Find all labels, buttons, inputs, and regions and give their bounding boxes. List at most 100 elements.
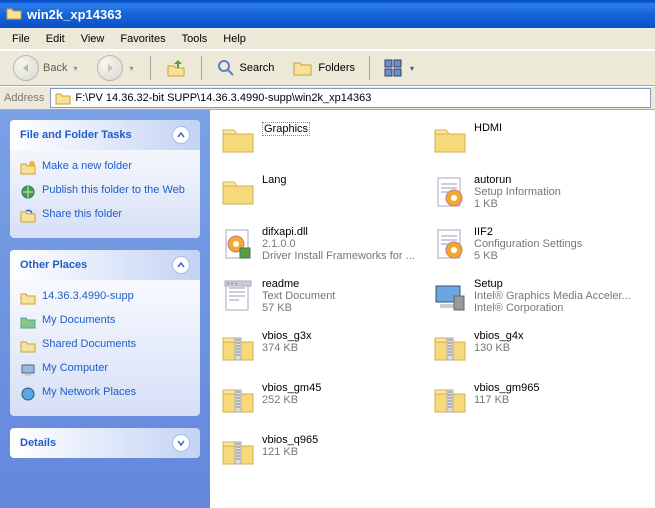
folder-icon [20,290,36,306]
task-label: Publish this folder to the Web [42,184,185,196]
file-item[interactable]: HDMI [430,118,642,162]
folder-icon [220,122,256,158]
file-meta: 2.1.0.0 [262,238,428,250]
file-name: autorun [474,174,640,186]
search-label: Search [240,62,275,74]
task-share[interactable]: Share this folder [20,204,190,228]
panel-head[interactable]: Details [10,428,200,458]
file-item[interactable]: difxapi.dll2.1.0.0Driver Install Framewo… [218,222,430,266]
file-meta: 5 KB [474,250,640,262]
panel-title: File and Folder Tasks [20,129,132,141]
file-meta: Text Document [262,290,428,302]
views-button[interactable]: ▾ [377,55,423,81]
zip-icon [220,434,256,470]
address-input[interactable]: F:\PV 14.36.32-bit SUPP\14.36.3.4990-sup… [50,88,651,108]
task-new-folder[interactable]: Make a new folder [20,156,190,180]
file-item[interactable]: SetupIntel® Graphics Media Acceler...Int… [430,274,642,318]
back-label: Back [43,62,67,74]
address-text: F:\PV 14.36.32-bit SUPP\14.36.3.4990-sup… [75,92,371,104]
file-name: Graphics [262,122,310,136]
menu-tools[interactable]: Tools [174,31,216,47]
panel-head[interactable]: Other Places [10,250,200,280]
sidebar: File and Folder Tasks Make a new folder … [0,110,210,508]
panel-other-places: Other Places 14.36.3.4990-supp My Docume… [10,250,200,416]
panel-file-tasks: File and Folder Tasks Make a new folder … [10,120,200,238]
menu-favorites[interactable]: Favorites [112,31,173,47]
back-icon [13,55,39,81]
place-my-documents[interactable]: My Documents [20,310,190,334]
file-name: vbios_q965 [262,434,428,446]
task-label: Make a new folder [42,160,132,172]
folders-label: Folders [318,62,355,74]
file-meta: Driver Install Frameworks for ... [262,250,428,262]
file-item[interactable]: vbios_g4x130 KB [430,326,642,370]
addressbar: Address F:\PV 14.36.32-bit SUPP\14.36.3.… [0,86,655,110]
separator [150,56,151,80]
file-meta: 117 KB [474,394,640,406]
share-icon [20,208,36,224]
file-meta: Setup Information [474,186,640,198]
search-button[interactable]: Search [209,54,282,82]
file-meta: 252 KB [262,394,428,406]
task-publish[interactable]: Publish this folder to the Web [20,180,190,204]
menu-file[interactable]: File [4,31,38,47]
file-item[interactable]: autorunSetup Information1 KB [430,170,642,214]
forward-button[interactable]: ▾ [90,51,142,85]
file-meta: 374 KB [262,342,428,354]
place-parent-folder[interactable]: 14.36.3.4990-supp [20,286,190,310]
separator [201,56,202,80]
documents-icon [20,314,36,330]
address-label: Address [4,92,44,104]
forward-icon [97,55,123,81]
menu-edit[interactable]: Edit [38,31,73,47]
file-list[interactable]: GraphicsHDMILangautorunSetup Information… [210,110,655,508]
file-item[interactable]: readmeText Document57 KB [218,274,430,318]
task-label: My Computer [42,362,108,374]
file-name: vbios_g4x [474,330,640,342]
file-meta: 130 KB [474,342,640,354]
globe-icon [20,184,36,200]
zip-icon [220,330,256,366]
file-item[interactable]: Lang [218,170,430,214]
file-name: Lang [262,174,428,186]
file-name: vbios_gm45 [262,382,428,394]
task-label: 14.36.3.4990-supp [42,290,134,302]
inf-icon [432,174,468,210]
folders-button[interactable]: Folders [285,54,362,82]
cfg-icon [432,226,468,262]
setup-icon [432,278,468,314]
task-label: My Network Places [42,386,136,398]
file-item[interactable]: vbios_g3x374 KB [218,326,430,370]
new-folder-icon [20,160,36,176]
back-button[interactable]: Back ▾ [6,51,86,85]
toolbar: Back ▾ ▾ Search Folders ▾ [0,50,655,86]
place-network[interactable]: My Network Places [20,382,190,406]
menu-view[interactable]: View [73,31,113,47]
up-button[interactable] [158,53,194,83]
file-item[interactable]: vbios_q965121 KB [218,430,430,474]
panel-title: Details [20,437,56,449]
panel-title: Other Places [20,259,87,271]
menubar: File Edit View Favorites Tools Help [0,28,655,50]
file-item[interactable]: IIF2Configuration Settings5 KB [430,222,642,266]
file-item[interactable]: vbios_gm965117 KB [430,378,642,422]
folder-icon [432,122,468,158]
menu-help[interactable]: Help [215,31,254,47]
file-item[interactable]: vbios_gm45252 KB [218,378,430,422]
zip-icon [432,382,468,418]
panel-head[interactable]: File and Folder Tasks [10,120,200,150]
chevron-down-icon: ▾ [71,64,79,73]
file-item[interactable]: Graphics [218,118,430,162]
folder-icon [220,174,256,210]
file-name: vbios_g3x [262,330,428,342]
panel-details: Details [10,428,200,458]
task-label: Share this folder [42,208,122,220]
file-meta: Intel® Corporation [474,302,640,314]
file-name: vbios_gm965 [474,382,640,394]
main: File and Folder Tasks Make a new folder … [0,110,655,508]
collapse-icon [172,126,190,144]
place-my-computer[interactable]: My Computer [20,358,190,382]
zip-icon [432,330,468,366]
dll-icon [220,226,256,262]
place-shared-documents[interactable]: Shared Documents [20,334,190,358]
